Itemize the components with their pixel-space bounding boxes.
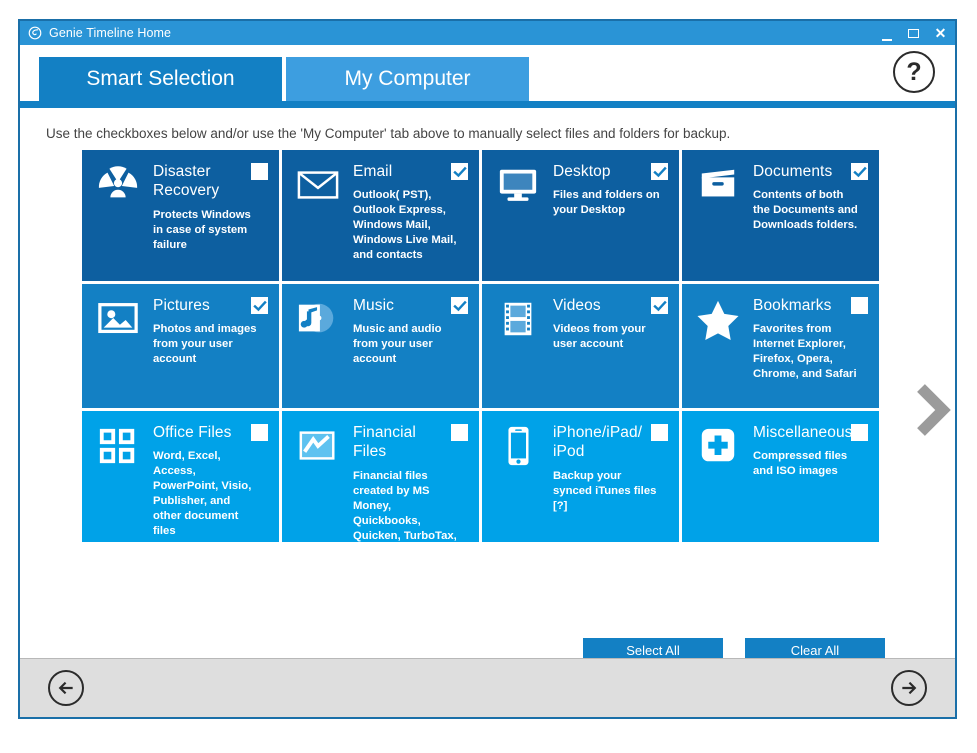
chevron-right-icon <box>917 384 951 436</box>
tile-checkbox[interactable] <box>651 163 668 180</box>
tile-description: Backup your synced iTunes files [?] <box>553 469 657 512</box>
check-icon <box>852 166 867 177</box>
file-box-icon <box>701 169 735 197</box>
tile-description: Files and folders on your Desktop <box>553 189 660 217</box>
action-button-row: Select All Clear All <box>82 638 885 658</box>
tile-email[interactable]: Email Outlook( PST), Outlook Express, Wi… <box>282 150 479 281</box>
monitor-icon <box>499 169 537 201</box>
tab-smart-selection-label: Smart Selection <box>86 67 235 90</box>
check-icon <box>452 166 467 177</box>
tile-description: Outlook( PST), Outlook Express, Windows … <box>353 189 457 262</box>
music-note-icon <box>298 303 334 333</box>
tile-checkbox[interactable] <box>451 424 468 441</box>
tab-underline <box>20 101 955 108</box>
tile-description: Videos from your user account <box>553 323 646 351</box>
tile-description: Music and audio from your user account <box>353 323 442 366</box>
check-icon <box>652 166 667 177</box>
window-title: Genie Timeline Home <box>49 26 172 40</box>
tile-checkbox[interactable] <box>451 163 468 180</box>
tile-checkbox[interactable] <box>251 424 268 441</box>
tile-pictures[interactable]: Pictures Photos and images from your use… <box>82 284 279 408</box>
picture-icon <box>98 303 138 334</box>
application-window: Genie Timeline Home ✕ Smart Selection My… <box>18 19 957 719</box>
tile-checkbox[interactable] <box>651 297 668 314</box>
tile-videos[interactable]: Videos Videos from your user account <box>482 284 679 408</box>
tile-iphone-ipad-ipod[interactable]: iPhone/iPad/ iPod Backup your synced iTu… <box>482 411 679 542</box>
film-strip-icon <box>504 302 532 336</box>
genie-swirl-icon <box>28 26 42 40</box>
tile-office-files[interactable]: Office Files Word, Excel, Access, PowerP… <box>82 411 279 542</box>
tile-checkbox[interactable] <box>251 163 268 180</box>
tile-checkbox[interactable] <box>851 424 868 441</box>
tile-description: Contents of both the Documents and Downl… <box>753 189 858 232</box>
tile-checkbox[interactable] <box>251 297 268 314</box>
tab-smart-selection[interactable]: Smart Selection <box>39 57 282 101</box>
arrow-left-circle-icon <box>58 681 73 695</box>
tab-my-computer[interactable]: My Computer <box>286 57 529 101</box>
instructions-text: Use the checkboxes below and/or use the … <box>46 126 731 141</box>
tile-checkbox[interactable] <box>851 297 868 314</box>
tile-description: Protects Windows in case of system failu… <box>153 208 251 251</box>
tile-description: Compressed files and ISO images <box>753 450 848 478</box>
smartphone-icon <box>508 426 529 466</box>
tile-financial-files[interactable]: Financial Files Financial files created … <box>282 411 479 542</box>
tile-checkbox[interactable] <box>651 424 668 441</box>
next-page-button[interactable] <box>908 380 952 440</box>
close-button[interactable]: ✕ <box>934 24 949 42</box>
clear-all-button[interactable]: Clear All <box>745 638 885 658</box>
select-all-button[interactable]: Select All <box>583 638 723 658</box>
tab-bar: Smart Selection My Computer ? <box>20 45 955 101</box>
help-button[interactable]: ? <box>893 51 935 93</box>
tile-bookmarks[interactable]: Bookmarks Favorites from Internet Explor… <box>682 284 879 408</box>
next-button[interactable] <box>891 670 927 706</box>
tile-documents[interactable]: Documents Contents of both the Documents… <box>682 150 879 281</box>
tile-desktop[interactable]: Desktop Files and folders on your Deskto… <box>482 150 679 281</box>
tile-checkbox[interactable] <box>851 163 868 180</box>
window-controls: ✕ <box>880 21 949 45</box>
tile-description: Financial files created by MS Money, Qui… <box>353 469 457 542</box>
tile-miscellaneous[interactable]: Miscellaneous Compressed files and ISO i… <box>682 411 879 542</box>
minimize-button[interactable] <box>880 23 893 44</box>
envelope-icon <box>297 171 339 199</box>
tile-checkbox[interactable] <box>451 297 468 314</box>
tile-description: Photos and images from your user account <box>153 323 257 366</box>
check-icon <box>652 300 667 311</box>
maximize-button[interactable] <box>907 24 920 42</box>
tile-music[interactable]: Music Music and audio from your user acc… <box>282 284 479 408</box>
arrow-right-circle-icon <box>902 681 917 695</box>
radiation-icon <box>98 166 138 198</box>
tile-description: Word, Excel, Access, PowerPoint, Visio, … <box>153 450 252 538</box>
plus-square-icon <box>701 428 735 462</box>
title-bar: Genie Timeline Home ✕ <box>20 21 955 45</box>
footer-bar <box>20 658 955 717</box>
back-button[interactable] <box>48 670 84 706</box>
tab-my-computer-label: My Computer <box>344 67 471 90</box>
content-area: Use the checkboxes below and/or use the … <box>20 108 955 658</box>
tile-description: Favorites from Internet Explorer, Firefo… <box>753 323 857 381</box>
chart-line-icon <box>299 431 335 460</box>
office-squares-icon <box>99 428 135 464</box>
tile-disaster-recovery[interactable]: Disaster Recovery Protects Windows in ca… <box>82 150 279 281</box>
check-icon <box>252 300 267 311</box>
star-icon <box>697 300 739 340</box>
smart-selection-grid: Disaster Recovery Protects Windows in ca… <box>82 150 885 542</box>
app-root: Genie Timeline Home ✕ Smart Selection My… <box>0 0 977 753</box>
check-icon <box>452 300 467 311</box>
